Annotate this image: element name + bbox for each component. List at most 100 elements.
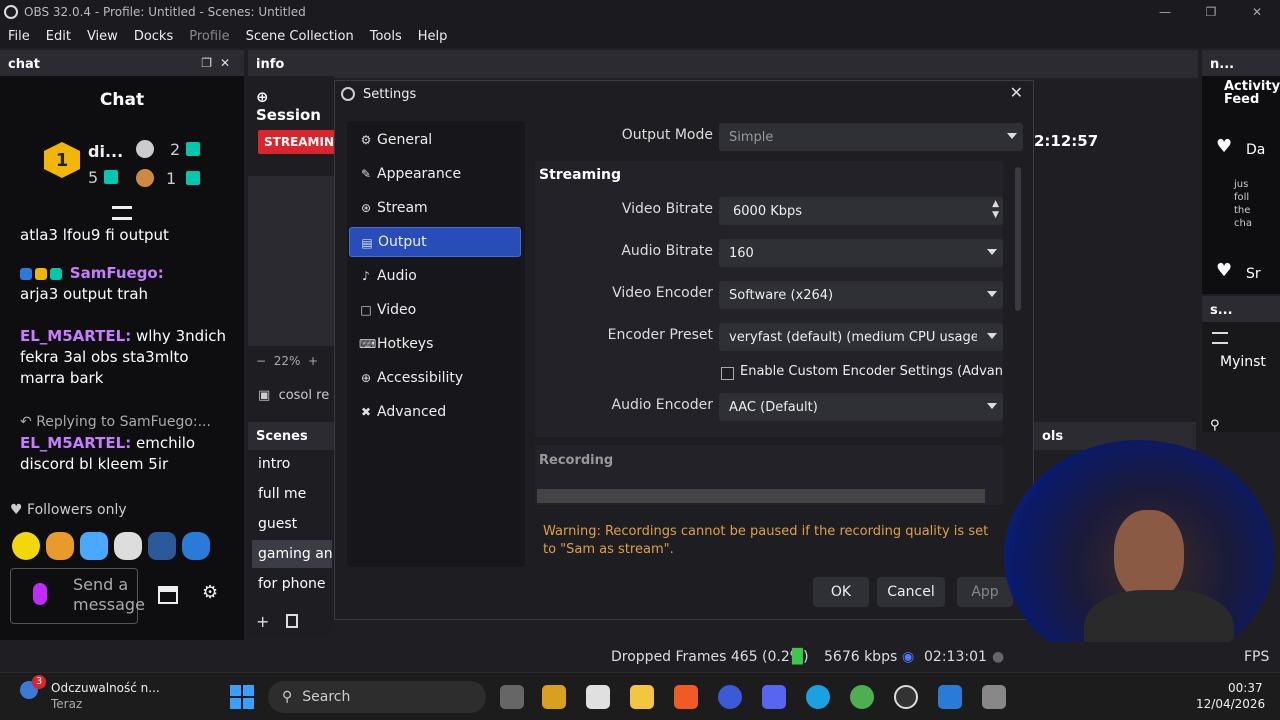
scene-item[interactable]: guest	[252, 510, 332, 538]
app-icon[interactable]	[718, 685, 742, 709]
source-item[interactable]: ▣ cosol re	[258, 388, 329, 403]
bitrate-kbps: 5676 kbps	[824, 649, 898, 665]
close-icon[interactable]: ✕	[1010, 83, 1023, 102]
taskbar: 3 Odczuwalność n... Teraz ⚲ Search 00:37 …	[0, 672, 1280, 720]
expand-leaderboard-icon[interactable]	[112, 206, 132, 220]
stream-duration: 02:13:01	[924, 649, 987, 665]
scene-item[interactable]: intro	[252, 450, 332, 478]
apply-button[interactable]: App	[957, 577, 1013, 607]
paint-icon: ✎	[360, 167, 372, 181]
nav-appearance[interactable]: ✎ Appearance	[349, 159, 521, 189]
recording-section-title: Recording	[539, 453, 614, 468]
spinner-arrows-icon[interactable]: ▲ ▼	[992, 199, 999, 221]
emote-icon[interactable]	[12, 532, 40, 560]
taskbar-search[interactable]: ⚲ Search	[268, 681, 486, 713]
scenes-title: Scenes	[256, 428, 308, 444]
ok-button[interactable]: OK	[813, 577, 869, 607]
app-icon[interactable]	[542, 685, 566, 709]
encoder-preset-label: Encoder Preset	[607, 327, 713, 343]
horizontal-scrollbar[interactable]	[537, 489, 985, 503]
discord-icon[interactable]	[762, 685, 786, 709]
search-icon: ⚲	[282, 689, 293, 705]
brave-icon[interactable]	[674, 685, 698, 709]
nav-video[interactable]: □ Video	[349, 295, 521, 325]
vertical-scrollbar[interactable]	[1015, 167, 1021, 311]
emote-icon[interactable]	[114, 532, 142, 560]
close-window-icon[interactable]: ✕	[1234, 0, 1280, 24]
menu-scene-collection[interactable]: Scene Collection	[238, 29, 362, 44]
info-dock-header: info	[248, 50, 1198, 78]
windows-start-icon[interactable]	[230, 685, 254, 709]
cancel-button[interactable]: Cancel	[877, 577, 945, 607]
settings-gear-icon[interactable]: ⚙	[202, 582, 218, 603]
nav-output[interactable]: ▤ Output	[349, 227, 521, 257]
settings-app-icon[interactable]	[982, 685, 1006, 709]
scene-item[interactable]: for phone	[252, 570, 332, 598]
menu-docks[interactable]: Docks	[126, 29, 181, 44]
preview-area[interactable]	[248, 176, 334, 346]
menu-help[interactable]: Help	[410, 29, 456, 44]
reply-indicator: ↶ Replying to SamFuego:...	[20, 414, 211, 430]
file-explorer-icon[interactable]	[630, 685, 654, 709]
menu-icon[interactable]	[1212, 332, 1228, 344]
dock-controls-icon[interactable]: ❐✕	[201, 56, 238, 70]
session-label: ⊕ Session	[256, 88, 321, 124]
nav-accessibility[interactable]: ⊕ Accessibility	[349, 363, 521, 393]
nav-general[interactable]: ⚙ General	[349, 125, 521, 155]
leaderboard-second-count: 2	[170, 140, 181, 159]
menu-tools[interactable]: Tools	[362, 29, 410, 44]
chevron-down-icon	[1007, 133, 1017, 139]
minimize-icon[interactable]: —	[1142, 0, 1188, 24]
scene-item-selected[interactable]: gaming and	[252, 540, 332, 568]
store-icon[interactable]	[158, 586, 178, 604]
add-scene-icon[interactable]: +	[256, 612, 269, 631]
emote-icon[interactable]	[46, 532, 74, 560]
edge-icon[interactable]	[806, 685, 830, 709]
store-icon[interactable]	[586, 685, 610, 709]
nav-hotkeys[interactable]: ⌨ Hotkeys	[349, 329, 521, 359]
audio-bitrate-select[interactable]: 160	[719, 239, 1003, 267]
rank-two-badge-icon	[136, 140, 154, 158]
microphone-icon[interactable]	[33, 583, 47, 605]
menu-edit[interactable]: Edit	[38, 29, 79, 44]
broadcast-icon: ◉	[902, 649, 915, 665]
custom-encoder-checkbox[interactable]	[721, 367, 734, 380]
nav-advanced[interactable]: ✖ Advanced	[349, 397, 521, 427]
nav-audio[interactable]: ♪ Audio	[349, 261, 521, 291]
emote-icon[interactable]	[80, 532, 108, 560]
activity-snippet: jus foll the cha	[1234, 179, 1252, 229]
video-bitrate-spinbox[interactable]: 6000 Kbps ▲ ▼	[719, 197, 1003, 225]
clock-time: 00:37	[1228, 681, 1263, 695]
audio-encoder-select[interactable]: AAC (Default)	[719, 393, 1003, 421]
antenna-icon: ⊛	[360, 201, 372, 215]
video-encoder-select[interactable]: Software (x264)	[719, 281, 1003, 309]
chrome-icon[interactable]	[850, 685, 874, 709]
output-mode-select[interactable]: Simple	[719, 123, 1023, 151]
chevron-down-icon	[987, 403, 997, 409]
chat-input[interactable]: Send a message	[10, 568, 145, 624]
menu-view[interactable]: View	[79, 29, 126, 44]
settings-titlebar: Settings ✕	[335, 81, 1033, 107]
chevron-down-icon	[987, 333, 997, 339]
obs-icon[interactable]	[894, 685, 918, 709]
encoder-preset-select[interactable]: veryfast (default) (medium CPU usage, st…	[719, 323, 1003, 351]
search-icon[interactable]: ⚲	[1210, 418, 1220, 433]
chevron-down-icon	[987, 249, 997, 255]
followers-only-status: ♥ Followers only	[10, 502, 127, 518]
side-label: Myinst	[1220, 354, 1266, 370]
tools-panel: Myinst ⚲	[1202, 322, 1280, 433]
scene-tools-label: ols	[1042, 428, 1064, 444]
menu-file[interactable]: File	[0, 29, 38, 44]
nav-stream[interactable]: ⊛ Stream	[349, 193, 521, 223]
app-icon[interactable]	[938, 685, 962, 709]
delete-scene-icon[interactable]	[286, 614, 298, 628]
record-icon: ●	[992, 649, 1005, 665]
emote-icon[interactable]	[182, 532, 210, 560]
emote-icon[interactable]	[148, 532, 176, 560]
scene-item[interactable]: full me	[252, 480, 332, 508]
menu-profile[interactable]: Profile	[181, 29, 237, 44]
signal-icon: █	[792, 649, 803, 665]
task-view-icon[interactable]	[500, 685, 524, 709]
maximize-icon[interactable]: ❐	[1188, 0, 1234, 24]
output-mode-label: Output Mode	[621, 127, 713, 143]
